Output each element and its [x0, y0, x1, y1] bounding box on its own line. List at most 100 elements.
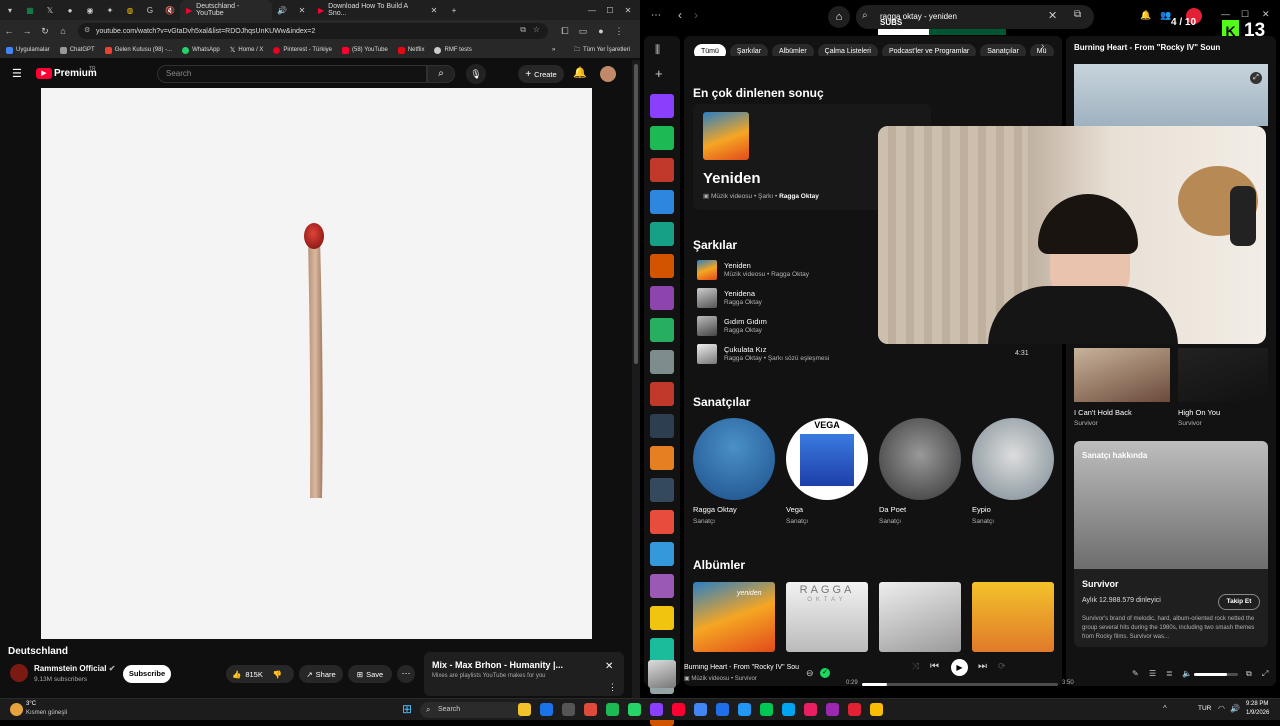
expand-icon[interactable]: ⤢	[1250, 72, 1262, 84]
song-row[interactable]: Çukulata Kız Ragga Oktay • Şarkı sözü eş…	[697, 344, 917, 368]
tab-search-icon[interactable]: ▾	[0, 0, 20, 20]
language-indicator[interactable]: TUR	[1198, 705, 1211, 712]
library-item[interactable]	[650, 606, 674, 630]
bell-icon[interactable]: 🔔	[573, 66, 587, 79]
tab-close-icon[interactable]: ✕	[424, 0, 444, 20]
previous-icon[interactable]: ⏮	[930, 661, 939, 672]
repeat-icon[interactable]: ⟳	[998, 661, 1006, 672]
taskbar-app-icon[interactable]	[738, 703, 751, 716]
filter-artists[interactable]: Sanatçılar	[980, 44, 1026, 56]
bookmark-x[interactable]: 𝕏 Home / X	[230, 46, 264, 54]
saved-check-icon[interactable]: ✓	[820, 668, 830, 678]
bookmark-netflix[interactable]: Netflix	[397, 46, 424, 54]
related-title[interactable]: High On You	[1178, 408, 1220, 417]
x-tab-icon[interactable]: 𝕏	[40, 0, 60, 20]
taskbar-app-icon[interactable]	[518, 703, 531, 716]
minimize-icon[interactable]: —	[584, 0, 600, 20]
home-icon[interactable]: ⌂	[828, 6, 850, 28]
player-title[interactable]: Burning Heart - From "Rocky IV" Sou	[684, 664, 800, 671]
clear-search-icon[interactable]: ✕	[1048, 9, 1057, 22]
youtube-search-input[interactable]: Search	[157, 65, 427, 83]
filter-songs[interactable]: Şarkılar	[729, 44, 769, 56]
microphone-icon[interactable]: 🎙	[466, 64, 486, 84]
library-item[interactable]	[650, 94, 674, 118]
queue-icon[interactable]: ≣	[1166, 669, 1173, 678]
album-art[interactable]: yeniden	[693, 582, 775, 652]
library-item[interactable]	[650, 222, 674, 246]
taskbar-app-icon[interactable]	[826, 703, 839, 716]
library-item[interactable]	[650, 350, 674, 374]
sheets-tab-icon[interactable]: ▦	[20, 0, 40, 20]
taskbar-app-icon[interactable]	[848, 703, 861, 716]
chatgpt-tab-icon[interactable]: ●	[60, 0, 80, 20]
url-bar[interactable]: ⚙ youtube.com/watch?v=vGtaDvh5xal&list=R…	[78, 23, 548, 39]
taskbar-app-icon[interactable]	[716, 703, 729, 716]
taskbar-app-icon[interactable]	[540, 703, 553, 716]
chevron-right-icon[interactable]: ›	[1041, 41, 1044, 52]
youtube-logo-icon[interactable]: ▶	[36, 68, 52, 79]
lyrics-icon[interactable]: ☰	[1149, 669, 1156, 678]
progress-track[interactable]	[862, 683, 1058, 686]
wifi-icon[interactable]: ◠	[1218, 704, 1225, 713]
forward-icon[interactable]: ›	[694, 8, 698, 22]
tab-download[interactable]: ▶ Download How To Build A Sno...	[312, 0, 424, 20]
taskbar-app-icon[interactable]	[584, 703, 597, 716]
album-art[interactable]	[879, 582, 961, 652]
bookmark-gmail[interactable]: Gelen Kutusu (98) -...	[104, 46, 172, 54]
browse-icon[interactable]: ⧉	[1074, 9, 1081, 20]
library-item[interactable]	[650, 190, 674, 214]
about-artist-card[interactable]: Sanatçı hakkında Survivor Aylık 12.988.5…	[1074, 441, 1268, 647]
search-icon[interactable]: ⌕	[427, 65, 455, 83]
create-button[interactable]: + Create	[518, 65, 564, 83]
bookmark-whatsapp[interactable]: WhatsApp	[182, 46, 220, 54]
clock-time[interactable]: 9:28 PM	[1246, 701, 1268, 707]
follow-button[interactable]: Takip Et	[1218, 594, 1260, 610]
related-artist[interactable]: Survivor	[1074, 420, 1098, 427]
next-icon[interactable]: ⏭	[978, 661, 987, 672]
library-item[interactable]	[650, 542, 674, 566]
library-item[interactable]	[650, 574, 674, 598]
taskbar-app-icon[interactable]	[562, 703, 575, 716]
album-art[interactable]: RAGGA OKTAY	[786, 582, 868, 652]
profile-icon[interactable]: ●	[592, 20, 610, 42]
library-icon[interactable]: ⫼	[655, 44, 660, 57]
reload-icon[interactable]: ↻	[36, 20, 54, 42]
library-item[interactable]	[650, 158, 674, 182]
library-item[interactable]	[650, 382, 674, 406]
taskbar-app-icon[interactable]	[804, 703, 817, 716]
weather-desc[interactable]: Kısmen güneşli	[26, 710, 67, 716]
related-artist[interactable]: Survivor	[1178, 420, 1202, 427]
friends-icon[interactable]: 👥	[1160, 10, 1171, 21]
audio-icon[interactable]: 🔊	[272, 0, 292, 20]
create-playlist-icon[interactable]: +	[655, 66, 663, 81]
page-scrollbar[interactable]	[632, 60, 640, 698]
muted-tab-icon[interactable]: 🔇	[160, 0, 180, 20]
menu-icon[interactable]: ⋮	[610, 20, 628, 42]
all-bookmarks[interactable]: 🗀 Tüm Yer İşaretleri	[574, 45, 630, 55]
notifications-icon[interactable]: 🔔	[1140, 10, 1151, 21]
home-icon[interactable]: ⌂	[54, 20, 72, 42]
library-item[interactable]	[650, 318, 674, 342]
windows-start-icon[interactable]: ⊞	[402, 702, 412, 716]
filter-albums[interactable]: Albümler	[772, 44, 814, 56]
mix-panel[interactable]: Mix - Max Brhon - Humanity |... Mixes ar…	[424, 652, 624, 696]
channel-avatar[interactable]	[10, 664, 28, 682]
related-video-thumb[interactable]	[1074, 348, 1170, 402]
scrollbar-thumb[interactable]	[634, 64, 638, 364]
artist-photo[interactable]	[879, 418, 961, 500]
artist-photo[interactable]	[972, 418, 1054, 500]
google-tab-icon[interactable]: G	[140, 0, 160, 20]
forward-icon[interactable]: →	[18, 20, 36, 42]
close-window-icon[interactable]: ✕	[1262, 9, 1270, 20]
minimize-icon[interactable]: —	[1221, 9, 1230, 19]
speaker-icon[interactable]: 🔊	[1230, 704, 1240, 713]
library-item[interactable]	[650, 510, 674, 534]
bookmark-star-icon[interactable]: ☆	[533, 25, 540, 34]
filter-podcasts[interactable]: Podcast'ler ve Programlar	[881, 44, 977, 56]
tab-close-icon[interactable]: ✕	[292, 0, 312, 20]
library-item[interactable]	[650, 126, 674, 150]
video-player[interactable]	[41, 88, 592, 639]
like-count[interactable]: 815K	[245, 670, 263, 679]
filter-playlists[interactable]: Çalma Listeleri	[817, 44, 878, 56]
github-tab-icon[interactable]: ◉	[80, 0, 100, 20]
